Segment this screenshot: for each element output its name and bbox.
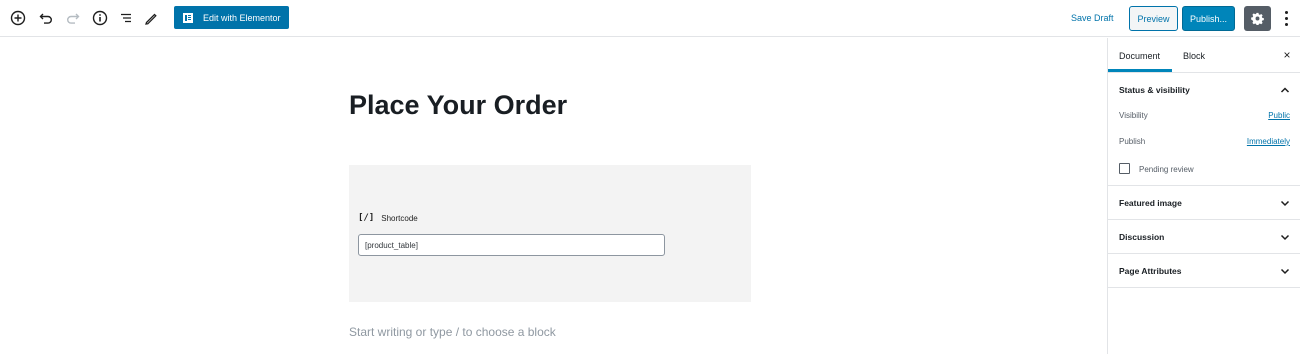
save-draft-button[interactable]: Save Draft: [1071, 13, 1114, 23]
shortcode-icon: [/]: [358, 213, 375, 223]
undo-icon[interactable]: [36, 8, 56, 28]
outline-icon[interactable]: [116, 8, 136, 28]
divider: [1108, 287, 1300, 288]
edit-with-elementor-button[interactable]: Edit with Elementor: [174, 6, 289, 29]
chevron-down-icon: [1280, 234, 1290, 241]
active-tab-indicator: [1108, 69, 1172, 72]
page-attributes-title: Page Attributes: [1119, 266, 1182, 276]
pending-review-checkbox[interactable]: [1119, 163, 1130, 174]
elementor-button-label: Edit with Elementor: [203, 12, 281, 23]
settings-button[interactable]: [1244, 6, 1271, 31]
chevron-up-icon: [1280, 87, 1290, 93]
sidebar-tabs: Document Block ×: [1108, 38, 1300, 73]
status-visibility-panel-toggle[interactable]: Status & visibility: [1108, 73, 1300, 107]
publish-button-label: Publish...: [1189, 13, 1228, 24]
discussion-title: Discussion: [1119, 232, 1165, 242]
publish-date-toggle[interactable]: Immediately: [1247, 137, 1290, 146]
featured-image-panel-toggle[interactable]: Featured image: [1108, 186, 1300, 220]
tools-icon[interactable]: [141, 8, 161, 28]
more-options-icon[interactable]: [1280, 8, 1292, 28]
page-attributes-panel-toggle[interactable]: Page Attributes: [1108, 254, 1300, 288]
discussion-panel-toggle[interactable]: Discussion: [1108, 220, 1300, 254]
status-visibility-title: Status & visibility: [1119, 85, 1190, 95]
gear-icon: [1251, 12, 1264, 25]
visibility-toggle[interactable]: Public: [1268, 111, 1290, 120]
post-title[interactable]: Place Your Order: [349, 90, 567, 121]
chevron-down-icon: [1280, 200, 1290, 207]
publish-label: Publish: [1119, 137, 1146, 146]
elementor-icon: [183, 12, 193, 23]
pending-review-label: Pending review: [1139, 165, 1194, 174]
shortcode-block[interactable]: [/] Shortcode [product_table]: [349, 165, 751, 302]
tab-document[interactable]: Document: [1119, 51, 1160, 61]
shortcode-block-header: [/] Shortcode: [358, 213, 418, 223]
shortcode-input[interactable]: [product_table]: [358, 234, 665, 256]
shortcode-label: Shortcode: [381, 213, 418, 223]
info-icon[interactable]: [90, 8, 110, 28]
preview-button[interactable]: Preview: [1129, 6, 1178, 31]
publish-button[interactable]: Publish...: [1182, 6, 1235, 31]
add-block-icon[interactable]: [8, 8, 28, 28]
tab-block[interactable]: Block: [1183, 51, 1205, 61]
editor-toolbar: Edit with Elementor Save Draft Preview P…: [0, 0, 1300, 37]
chevron-down-icon: [1280, 268, 1290, 275]
settings-sidebar: Document Block × Status & visibility Vis…: [1107, 38, 1300, 354]
redo-icon[interactable]: [63, 8, 83, 28]
featured-image-title: Featured image: [1119, 198, 1182, 208]
visibility-label: Visibility: [1119, 111, 1148, 120]
preview-button-label: Preview: [1137, 13, 1170, 24]
close-icon[interactable]: ×: [1280, 48, 1294, 62]
block-placeholder[interactable]: Start writing or type / to choose a bloc…: [349, 325, 556, 339]
